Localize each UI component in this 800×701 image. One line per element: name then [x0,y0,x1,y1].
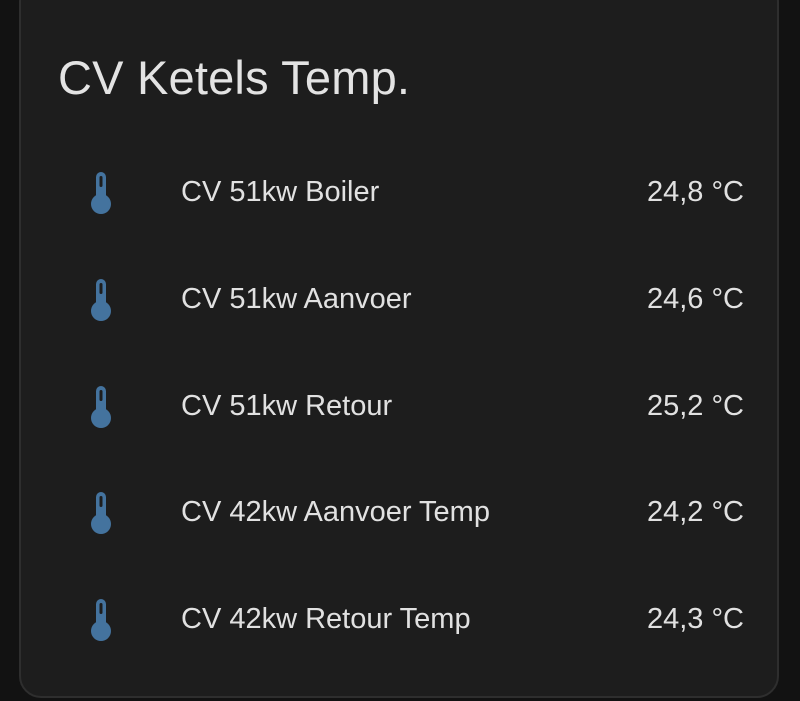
entity-name: CV 51kw Aanvoer [181,283,412,315]
entity-row-cv-51kw-retour[interactable]: CV 51kw Retour 25,2 °C [21,366,777,446]
entity-name: CV 51kw Boiler [181,176,380,208]
entity-row-cv-42kw-retour-temp[interactable]: CV 42kw Retour Temp 24,3 °C [21,579,777,659]
entity-state: 24,8 °C [646,176,744,208]
entity-state: 24,3 °C [646,603,744,635]
entity-name: CV 51kw Retour [181,390,393,422]
entity-state: 24,6 °C [646,283,744,315]
thermometer-icon [91,172,111,214]
entities-card: CV Ketels Temp. CV 51kw Boiler 24,8 °C C… [19,0,779,698]
entity-row-cv-42kw-aanvoer-temp[interactable]: CV 42kw Aanvoer Temp 24,2 °C [21,472,777,552]
entity-name: CV 42kw Aanvoer Temp [181,496,490,528]
entity-name: CV 42kw Retour Temp [181,603,471,635]
thermometer-icon [91,492,111,534]
card-title: CV Ketels Temp. [58,51,411,104]
thermometer-icon [91,599,111,641]
entity-row-cv-51kw-aanvoer[interactable]: CV 51kw Aanvoer 24,6 °C [21,259,777,339]
thermometer-icon [91,386,111,428]
entity-row-cv-51kw-boiler[interactable]: CV 51kw Boiler 24,8 °C [21,152,777,232]
entity-state: 24,2 °C [646,496,744,528]
entity-state: 25,2 °C [646,390,744,422]
thermometer-icon [91,279,111,321]
